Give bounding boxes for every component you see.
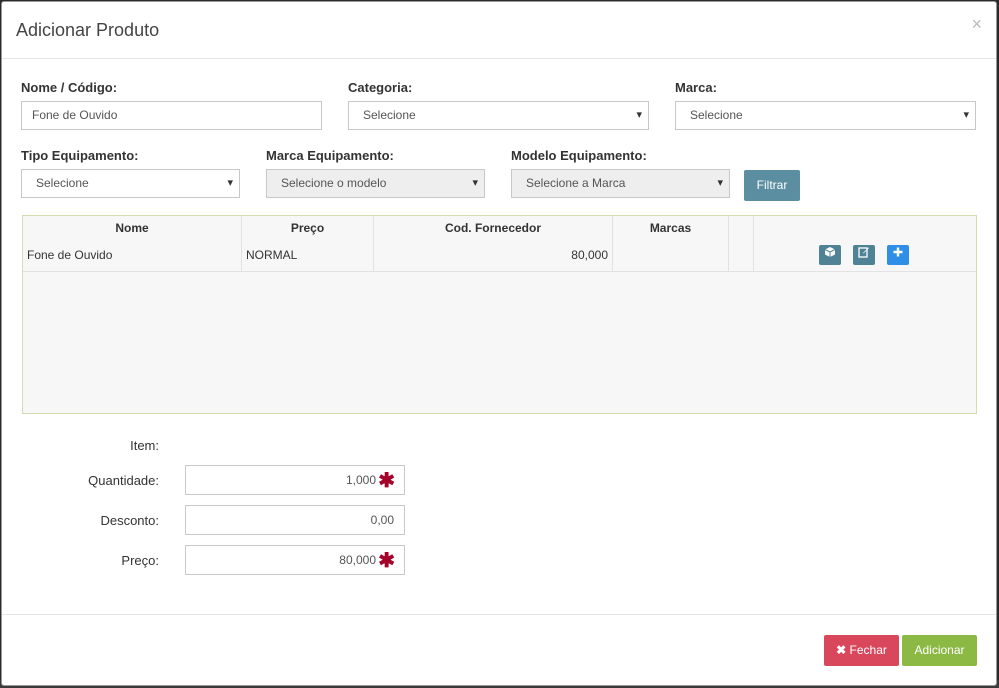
item-label: Item: xyxy=(130,438,159,453)
product-table: Nome Preço Cod. Fornecedor Marcas Fone d… xyxy=(22,215,977,414)
modelo-equipamento-select-value: Selecione a Marca xyxy=(526,176,626,190)
close-icon[interactable]: × xyxy=(971,15,982,33)
desconto-value: 0,00 xyxy=(370,513,394,527)
cell-cod-fornecedor: 80,000 xyxy=(374,241,613,271)
cell-actions xyxy=(754,241,976,271)
categoria-label: Categoria: xyxy=(348,80,413,95)
cell-marcas xyxy=(613,241,729,271)
marca-select-value: Selecione xyxy=(690,108,743,122)
close-button[interactable]: ✖ Fechar xyxy=(824,635,899,666)
required-asterisk-icon: ✱ xyxy=(378,550,395,572)
nome-codigo-input[interactable]: Fone de Ouvido xyxy=(21,101,322,130)
categoria-select[interactable]: Selecione xyxy=(348,101,649,130)
cube-icon[interactable] xyxy=(819,245,841,265)
x-icon: ✖ xyxy=(836,643,847,657)
column-header-cod-fornecedor: Cod. Fornecedor xyxy=(374,216,613,241)
marca-equipamento-select-value: Selecione o modelo xyxy=(281,176,387,190)
modelo-equipamento-select[interactable]: Selecione a Marca xyxy=(511,169,730,198)
column-header-nome: Nome xyxy=(23,216,242,241)
cell-spacer xyxy=(729,241,754,271)
marca-equipamento-select[interactable]: Selecione o modelo xyxy=(266,169,485,198)
edit-icon[interactable] xyxy=(853,245,875,265)
categoria-select-value: Selecione xyxy=(363,108,416,122)
modal-footer: ✖ Fechar Adicionar xyxy=(2,614,996,687)
marca-label: Marca: xyxy=(675,80,717,95)
nome-codigo-label: Nome / Código: xyxy=(21,80,118,95)
modal-title: Adicionar Produto xyxy=(16,20,160,40)
preco-input[interactable]: 80,000 ✱ xyxy=(185,545,405,575)
marca-select[interactable]: Selecione xyxy=(675,101,976,130)
marca-equipamento-label: Marca Equipamento: xyxy=(266,148,394,163)
close-button-label: Fechar xyxy=(849,643,887,657)
tipo-equipamento-select[interactable]: Selecione xyxy=(21,169,240,198)
column-header-preco: Preço xyxy=(242,216,374,241)
required-asterisk-icon: ✱ xyxy=(378,470,395,492)
quantidade-label: Quantidade: xyxy=(88,473,159,488)
column-header-spacer xyxy=(729,216,754,241)
table-row[interactable]: Fone de Ouvido NORMAL 80,000 xyxy=(23,241,976,272)
table-header: Nome Preço Cod. Fornecedor Marcas xyxy=(23,216,976,242)
preco-value: 80,000 xyxy=(339,553,376,567)
modelo-equipamento-label: Modelo Equipamento: xyxy=(511,148,647,163)
cell-nome: Fone de Ouvido xyxy=(23,241,242,271)
desconto-label: Desconto: xyxy=(100,513,159,528)
cell-preco: NORMAL xyxy=(242,241,374,271)
preco-label: Preço: xyxy=(121,553,159,568)
tipo-equipamento-select-value: Selecione xyxy=(36,176,89,190)
desconto-input[interactable]: 0,00 xyxy=(185,505,405,535)
modal-header: Adicionar Produto × xyxy=(2,2,996,59)
add-button[interactable]: Adicionar xyxy=(902,635,977,666)
column-header-marcas: Marcas xyxy=(613,216,729,241)
filter-button[interactable]: Filtrar xyxy=(744,170,800,201)
quantidade-value: 1,000 xyxy=(345,473,376,487)
plus-icon[interactable] xyxy=(887,245,909,265)
add-product-modal: Adicionar Produto × Nome / Código: Fone … xyxy=(1,1,997,686)
quantidade-input[interactable]: 1,000 ✱ xyxy=(185,465,405,495)
tipo-equipamento-label: Tipo Equipamento: xyxy=(21,148,139,163)
